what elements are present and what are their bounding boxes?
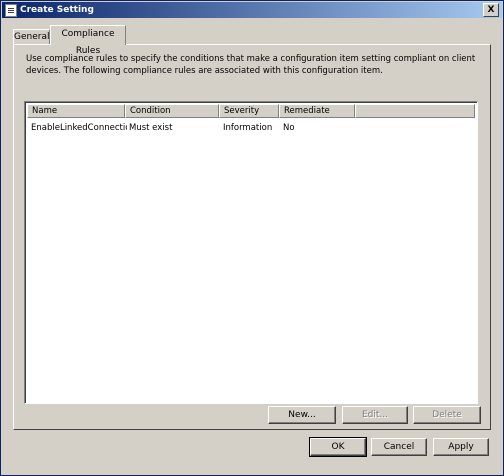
window-title: Create Setting [20,5,94,15]
column-header-filler [355,104,475,118]
ok-button[interactable]: OK [309,437,367,457]
column-header-severity[interactable]: Severity [219,104,279,118]
title-bar[interactable]: Create Setting X [2,2,502,18]
cell-condition: Must exist [129,123,173,133]
cell-remediate: No [283,123,295,133]
close-button[interactable]: X [483,3,499,17]
cell-name: EnableLinkedConnectio... [31,123,127,133]
tab-compliance-rules[interactable]: Compliance Rules [50,25,126,56]
cell-severity: Information [223,123,273,133]
cancel-button[interactable]: Cancel [371,438,427,456]
apply-button[interactable]: Apply [433,438,489,456]
create-setting-dialog: Create Setting X General Compliance Rule… [0,0,504,476]
edit-rule-button[interactable]: Edit... [342,406,408,424]
column-header-remediate[interactable]: Remediate [279,104,355,118]
window-icon [5,4,17,17]
list-header: Name Condition Severity Remediate [27,104,475,118]
delete-rule-button[interactable]: Delete [413,406,481,424]
column-header-name[interactable]: Name [27,104,125,118]
compliance-rules-list[interactable]: Name Condition Severity Remediate Enable… [24,101,478,404]
column-header-condition[interactable]: Condition [125,104,219,118]
new-rule-button[interactable]: New... [268,406,336,424]
compliance-rules-panel: Use compliance rules to specify the cond… [13,44,491,430]
tab-general[interactable]: General [13,29,50,45]
